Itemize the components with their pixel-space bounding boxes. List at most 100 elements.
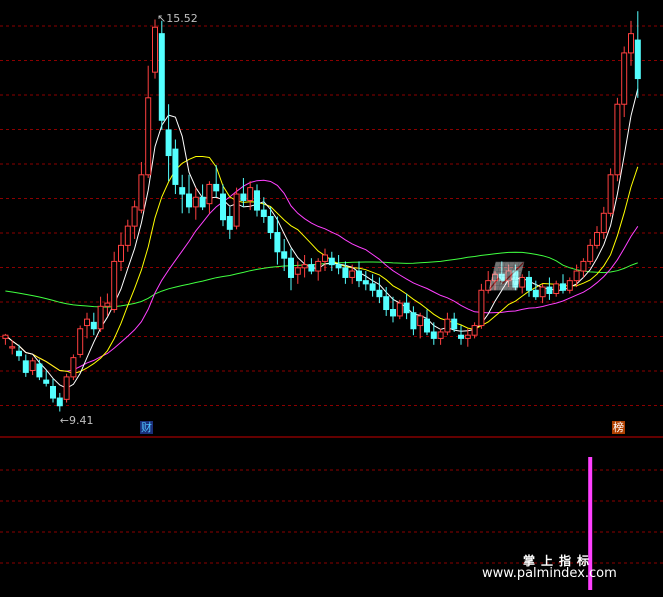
candle-down	[179, 187, 186, 195]
candle-down	[458, 334, 464, 339]
candle-up	[580, 260, 587, 272]
candle-down	[335, 264, 342, 269]
ma5-line	[5, 88, 639, 389]
candle-down	[410, 312, 417, 330]
watermark-url: www.palmindex.com	[482, 566, 617, 581]
candle-up	[247, 187, 254, 201]
candle-up	[84, 318, 90, 327]
candle-up	[315, 260, 322, 272]
candle-down	[213, 183, 220, 192]
candle-up	[539, 286, 546, 298]
event-marker-bang[interactable]: 榜	[612, 421, 625, 434]
candle-up	[417, 315, 424, 327]
candle-down	[328, 257, 335, 266]
candle-up	[294, 267, 301, 275]
candle-up	[192, 196, 199, 208]
candle-up	[587, 244, 594, 262]
candle-up	[233, 193, 240, 227]
candle-up	[301, 264, 308, 269]
candle-up	[396, 302, 403, 317]
candle-up	[29, 360, 36, 371]
arrow-left-icon: ↖	[157, 11, 167, 25]
candle-down	[158, 33, 165, 121]
candle-up	[464, 334, 471, 339]
grid-lines	[0, 25, 663, 564]
candle-up	[131, 206, 138, 227]
stock-chart	[0, 11, 663, 590]
candle-down	[390, 309, 396, 317]
candle-up	[124, 225, 131, 246]
arrow-left-icon: ←	[59, 413, 70, 427]
candle-down	[50, 386, 56, 399]
low-price-label: ←9.41	[59, 413, 94, 427]
candle-down	[281, 251, 288, 259]
candle-down	[22, 360, 29, 373]
candle-down	[560, 283, 566, 291]
candle-down	[634, 39, 641, 80]
candle-down	[356, 270, 362, 282]
candle-down	[90, 321, 97, 330]
candle-down	[260, 209, 267, 217]
candle-down	[199, 196, 206, 208]
candle-down	[186, 193, 192, 208]
candle-down	[165, 129, 172, 157]
candle-up	[118, 244, 124, 262]
moving-average-lines	[5, 88, 639, 389]
candle-down	[451, 318, 458, 330]
ma20-line	[5, 179, 639, 372]
candle-up	[478, 289, 485, 327]
candle-up	[349, 270, 356, 278]
candle-down	[546, 286, 553, 294]
candle-up	[607, 174, 614, 214]
candle-down	[172, 148, 179, 185]
candle-up	[145, 97, 152, 176]
candle-up	[9, 346, 16, 349]
candle-down	[240, 193, 247, 201]
watermark-logo: 📈	[488, 262, 521, 292]
candle-down	[430, 331, 437, 339]
candle-down	[376, 289, 383, 298]
candle-down	[424, 318, 430, 333]
candle-up	[138, 174, 145, 211]
candle-down	[254, 190, 260, 211]
candle-up	[628, 33, 634, 54]
candle-up	[322, 254, 328, 262]
candle-up	[437, 331, 444, 339]
candle-down	[56, 397, 63, 407]
candle-up	[594, 232, 600, 246]
ma10-line	[5, 156, 639, 374]
candle-down	[383, 296, 390, 311]
candle-down	[220, 193, 226, 221]
candle-down	[342, 267, 349, 278]
candle-down	[226, 216, 233, 230]
candle-down	[267, 216, 274, 234]
candle-up	[63, 376, 70, 400]
candle-down	[43, 379, 50, 384]
candle-down	[526, 276, 532, 291]
candlesticks	[2, 11, 641, 412]
candle-up	[621, 52, 628, 105]
candle-up	[553, 283, 560, 294]
candle-down	[362, 280, 369, 285]
candle-down	[36, 363, 43, 378]
candle-up	[152, 26, 158, 73]
candle-up	[471, 325, 478, 336]
candle-down	[403, 302, 410, 314]
candle-up	[70, 357, 77, 378]
candle-up	[206, 183, 213, 205]
candle-down	[369, 283, 376, 291]
candle-down	[288, 257, 294, 278]
candle-up	[600, 212, 607, 234]
candle-down	[274, 232, 281, 253]
candle-up	[519, 276, 526, 288]
event-marker-cai[interactable]: 财	[140, 421, 153, 434]
candle-up	[104, 302, 111, 307]
candle-up	[77, 328, 84, 355]
high-price-label: ↖15.52	[157, 11, 198, 25]
candle-down	[308, 264, 315, 272]
candle-up	[111, 260, 118, 311]
candle-up	[97, 305, 104, 330]
candle-up	[614, 103, 621, 176]
candle-up	[573, 270, 580, 282]
candle-up	[444, 318, 451, 333]
